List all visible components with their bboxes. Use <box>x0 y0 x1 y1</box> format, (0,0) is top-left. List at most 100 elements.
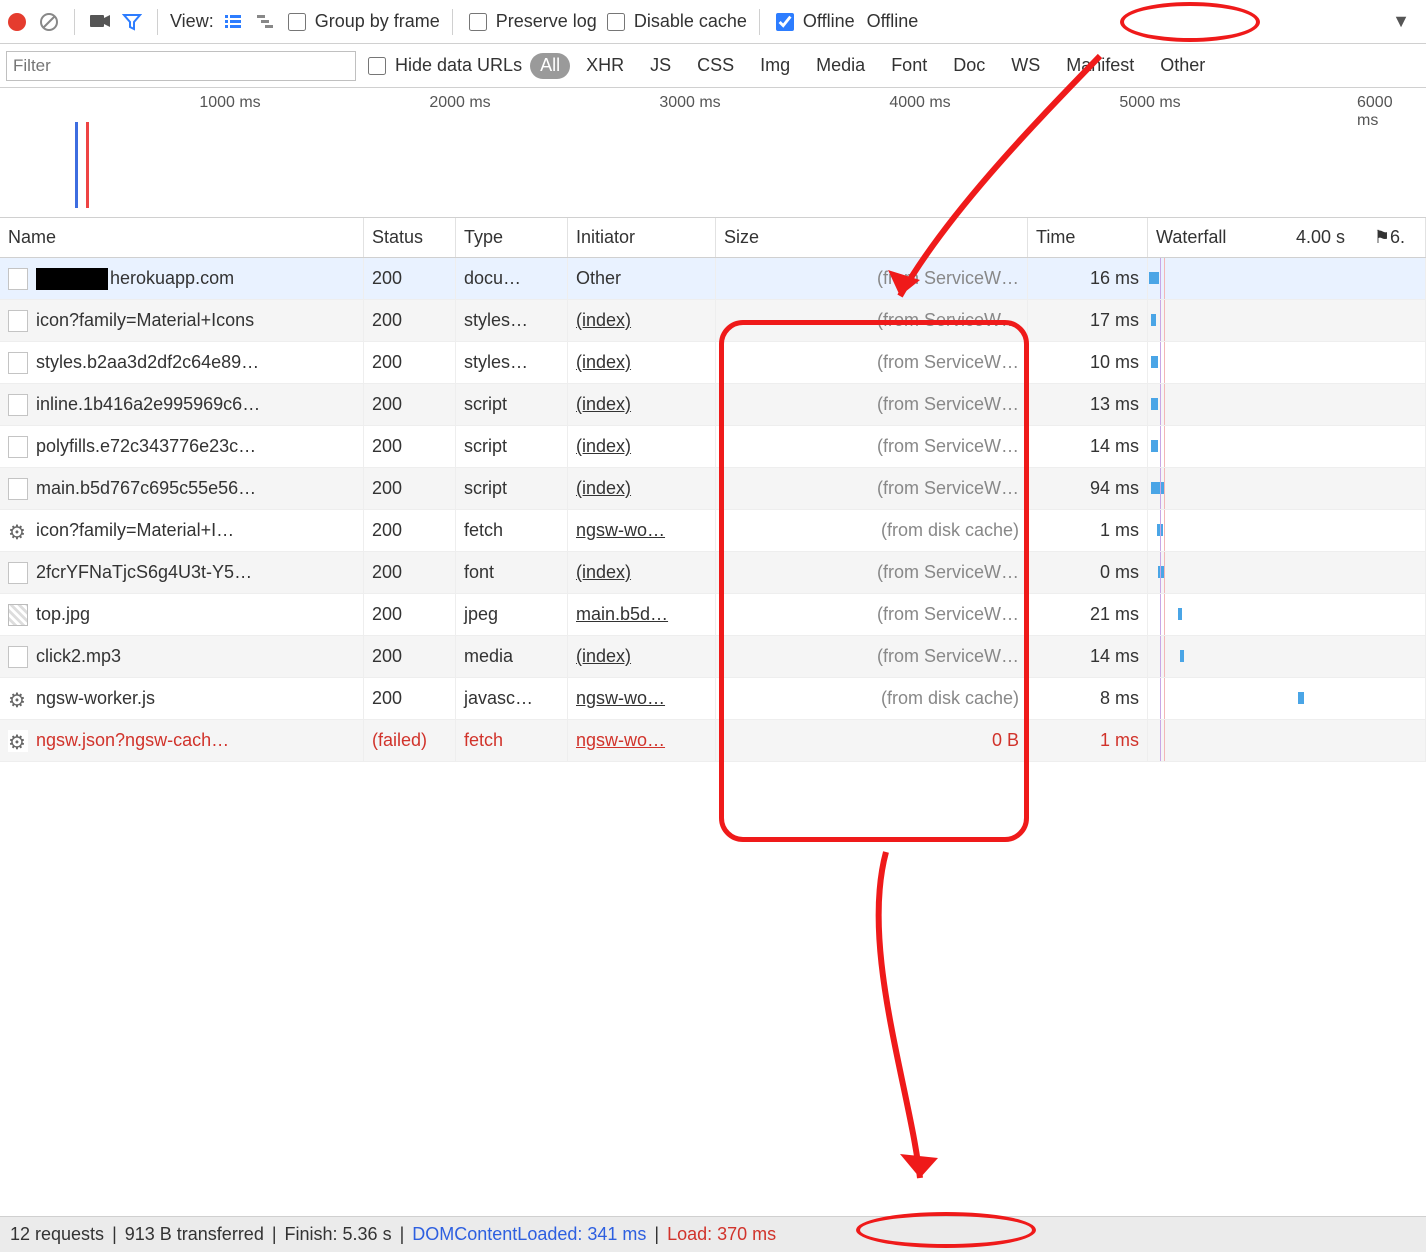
type-filter-all[interactable]: All <box>530 53 570 79</box>
type-filter-manifest[interactable]: Manifest <box>1056 53 1144 79</box>
view-waterfall-icon[interactable] <box>252 9 278 35</box>
request-size: (from ServiceW… <box>716 468 1028 509</box>
timeline[interactable]: 1000 ms2000 ms3000 ms4000 ms5000 ms6000 … <box>0 88 1426 218</box>
file-icon <box>8 268 28 290</box>
request-name: top.jpg <box>36 604 90 625</box>
header-type[interactable]: Type <box>456 218 568 257</box>
request-type: styles… <box>456 300 568 341</box>
table-row[interactable]: ⚙ngsw.json?ngsw-cach…(failed)fetchngsw-w… <box>0 720 1426 762</box>
request-name: icon?family=Material+Icons <box>36 310 254 331</box>
request-initiator[interactable]: ngsw-wo… <box>568 720 716 761</box>
request-initiator[interactable]: (index) <box>568 552 716 593</box>
request-initiator[interactable]: ngsw-wo… <box>568 510 716 551</box>
request-type: styles… <box>456 342 568 383</box>
throttle-select[interactable]: Offline <box>867 11 919 32</box>
request-waterfall <box>1148 384 1426 425</box>
request-time: 94 ms <box>1028 468 1148 509</box>
header-status[interactable]: Status <box>364 218 456 257</box>
header-waterfall[interactable]: Waterfall 4.00 s ⚑6. <box>1148 218 1426 257</box>
request-size: 0 B <box>716 720 1028 761</box>
type-filter-group: AllXHRJSCSSImgMediaFontDocWSManifestOthe… <box>530 53 1215 79</box>
camera-icon[interactable] <box>87 9 113 35</box>
request-name: inline.1b416a2e995969c6… <box>36 394 260 415</box>
separator <box>452 9 453 35</box>
status-requests: 12 requests <box>10 1224 104 1245</box>
request-initiator[interactable]: (index) <box>568 342 716 383</box>
request-initiator[interactable]: (index) <box>568 426 716 467</box>
type-filter-font[interactable]: Font <box>881 53 937 79</box>
request-status: (failed) <box>364 720 456 761</box>
timeline-tick: 2000 ms <box>429 94 490 112</box>
table-row[interactable]: 2fcrYFNaTjcS6g4U3t-Y5…200font(index)(fro… <box>0 552 1426 594</box>
request-waterfall <box>1148 510 1426 551</box>
request-initiator[interactable]: (index) <box>568 468 716 509</box>
preserve-log-checkbox[interactable]: Preserve log <box>465 10 597 34</box>
table-row[interactable]: main.b5d767c695c55e56…200script(index)(f… <box>0 468 1426 510</box>
request-size: (from ServiceW… <box>716 300 1028 341</box>
file-icon <box>8 478 28 500</box>
table-row[interactable]: ⚙icon?family=Material+I…200fetchngsw-wo…… <box>0 510 1426 552</box>
type-filter-js[interactable]: JS <box>640 53 681 79</box>
type-filter-img[interactable]: Img <box>750 53 800 79</box>
gear-icon: ⚙ <box>8 520 28 542</box>
request-size: (from ServiceW… <box>716 342 1028 383</box>
request-time: 8 ms <box>1028 678 1148 719</box>
request-name: ngsw.json?ngsw-cach… <box>36 730 229 751</box>
clear-button[interactable] <box>36 9 62 35</box>
request-waterfall <box>1148 636 1426 677</box>
hide-data-urls-checkbox[interactable]: Hide data URLs <box>364 54 522 78</box>
type-filter-doc[interactable]: Doc <box>943 53 995 79</box>
type-filter-xhr[interactable]: XHR <box>576 53 634 79</box>
file-icon <box>8 352 28 374</box>
request-time: 21 ms <box>1028 594 1148 635</box>
redacted-block <box>36 268 108 290</box>
filter-icon[interactable] <box>119 9 145 35</box>
request-table-body: herokuapp.com200docu…Other(from ServiceW… <box>0 258 1426 762</box>
table-row[interactable]: ⚙ngsw-worker.js200javasc…ngsw-wo…(from d… <box>0 678 1426 720</box>
table-row[interactable]: top.jpg200jpegmain.b5d…(from ServiceW…21… <box>0 594 1426 636</box>
request-initiator[interactable]: (index) <box>568 300 716 341</box>
filter-input[interactable] <box>6 51 356 81</box>
request-initiator[interactable]: ngsw-wo… <box>568 678 716 719</box>
table-row[interactable]: styles.b2aa3d2df2c64e89…200styles…(index… <box>0 342 1426 384</box>
table-row[interactable]: click2.mp3200media(index)(from ServiceW…… <box>0 636 1426 678</box>
table-row[interactable]: inline.1b416a2e995969c6…200script(index)… <box>0 384 1426 426</box>
request-waterfall <box>1148 342 1426 383</box>
table-row[interactable]: polyfills.e72c343776e23c…200script(index… <box>0 426 1426 468</box>
request-initiator[interactable]: (index) <box>568 636 716 677</box>
table-headers: Name Status Type Initiator Size Time Wat… <box>0 218 1426 258</box>
status-dcl: DOMContentLoaded: 341 ms <box>412 1224 646 1245</box>
request-initiator[interactable]: (index) <box>568 384 716 425</box>
header-time[interactable]: Time <box>1028 218 1148 257</box>
request-initiator[interactable]: main.b5d… <box>568 594 716 635</box>
request-status: 200 <box>364 342 456 383</box>
toolbar: View: Group by frame Preserve log Disabl… <box>0 0 1426 44</box>
header-size[interactable]: Size <box>716 218 1028 257</box>
header-name[interactable]: Name <box>0 218 364 257</box>
disable-cache-checkbox[interactable]: Disable cache <box>603 10 747 34</box>
request-size: (from ServiceW… <box>716 258 1028 299</box>
record-button[interactable] <box>4 9 30 35</box>
request-size: (from ServiceW… <box>716 552 1028 593</box>
type-filter-media[interactable]: Media <box>806 53 875 79</box>
type-filter-other[interactable]: Other <box>1150 53 1215 79</box>
header-initiator[interactable]: Initiator <box>568 218 716 257</box>
offline-checkbox[interactable]: Offline <box>772 10 855 34</box>
request-size: (from ServiceW… <box>716 426 1028 467</box>
status-load: Load: 370 ms <box>667 1224 776 1245</box>
request-time: 0 ms <box>1028 552 1148 593</box>
chevron-down-icon[interactable]: ▼ <box>1388 9 1414 35</box>
request-status: 200 <box>364 594 456 635</box>
separator <box>759 9 760 35</box>
group-by-frame-checkbox[interactable]: Group by frame <box>284 10 440 34</box>
request-status: 200 <box>364 510 456 551</box>
request-type: media <box>456 636 568 677</box>
request-name: ngsw-worker.js <box>36 688 155 709</box>
type-filter-css[interactable]: CSS <box>687 53 744 79</box>
type-filter-ws[interactable]: WS <box>1001 53 1050 79</box>
waterfall-bar <box>1178 608 1182 620</box>
gear-icon: ⚙ <box>8 688 28 710</box>
view-list-icon[interactable] <box>220 9 246 35</box>
table-row[interactable]: icon?family=Material+Icons200styles…(ind… <box>0 300 1426 342</box>
table-row[interactable]: herokuapp.com200docu…Other(from ServiceW… <box>0 258 1426 300</box>
